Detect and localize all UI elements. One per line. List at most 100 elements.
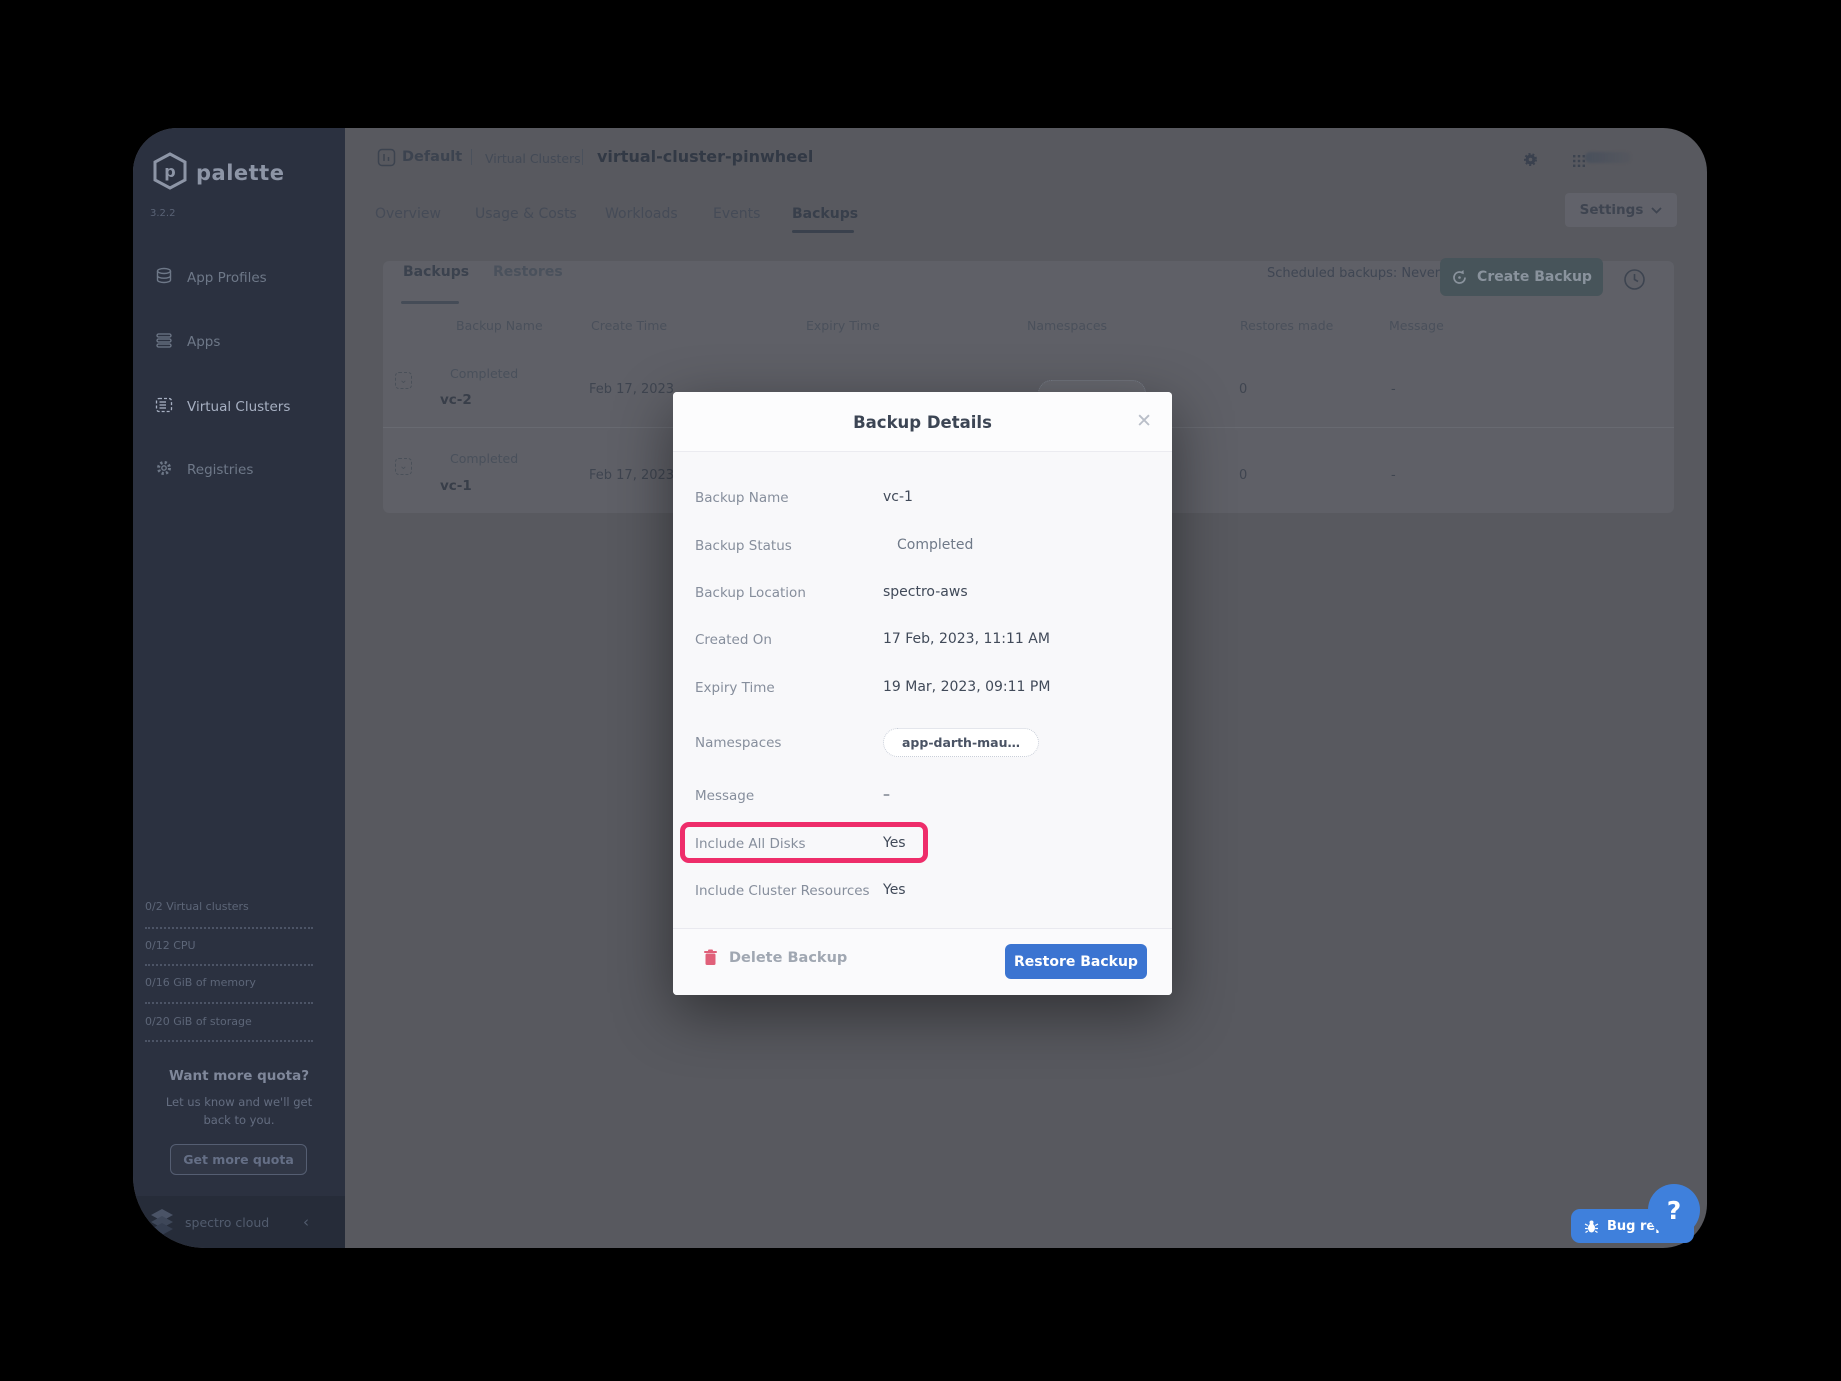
project-icon xyxy=(377,148,396,171)
namespace-chip[interactable]: app-darth-mau… xyxy=(883,728,1039,757)
tab-events[interactable]: Events xyxy=(713,206,760,222)
sidebar-item-label: Registries xyxy=(187,462,253,478)
help-button[interactable]: ? xyxy=(1648,1184,1700,1236)
breadcrumb-section[interactable]: Virtual Clusters xyxy=(485,151,581,166)
quota-bar xyxy=(145,1002,313,1004)
scheduled-backups-text: Scheduled backups: Never xyxy=(1267,266,1440,281)
create-time-cell: Feb 17, 2023 xyxy=(589,468,674,483)
col-create-time: Create Time xyxy=(591,318,667,333)
active-subtab-underline xyxy=(401,301,459,304)
sidebar-collapse-icon[interactable]: ‹ xyxy=(303,1213,309,1231)
message-cell: - xyxy=(1391,382,1396,397)
breadcrumb-separator xyxy=(471,149,472,165)
field-value: Yes xyxy=(883,835,906,851)
quota-cta-body-line1: Let us know and we'll get xyxy=(133,1094,345,1111)
get-more-quota-button[interactable]: Get more quota xyxy=(170,1144,307,1175)
clock-icon[interactable] xyxy=(1623,268,1646,295)
tab-backups[interactable]: Backups xyxy=(792,206,858,222)
row-expand-icon[interactable]: ⌄ xyxy=(395,458,412,475)
field-value: Yes xyxy=(883,882,906,898)
svg-text:p: p xyxy=(164,162,175,181)
breadcrumb-separator xyxy=(582,149,583,165)
backup-restore-icon xyxy=(1451,269,1468,286)
restores-made-cell: 0 xyxy=(1239,468,1247,483)
backup-details-modal: Backup Details ✕ Backup Name vc-1 Backup… xyxy=(673,392,1172,995)
trash-icon xyxy=(703,949,718,966)
modal-title: Backup Details xyxy=(673,413,1172,432)
field-label: Backup Location xyxy=(695,585,806,601)
tab-usage-costs[interactable]: Usage & Costs xyxy=(475,206,577,222)
user-menu[interactable] xyxy=(1585,152,1631,163)
spectro-cloud-label: spectro cloud xyxy=(185,1215,269,1230)
brand-name: palette xyxy=(196,161,284,185)
waffle-grid-icon[interactable] xyxy=(1573,152,1585,171)
modal-header: Backup Details ✕ xyxy=(673,392,1172,452)
registries-icon xyxy=(155,459,173,481)
close-icon[interactable]: ✕ xyxy=(1136,410,1152,432)
subtab-backups[interactable]: Backups xyxy=(403,264,469,280)
backup-name-cell: vc-1 xyxy=(440,478,472,494)
create-backup-button[interactable]: Create Backup xyxy=(1440,258,1603,296)
tab-workloads[interactable]: Workloads xyxy=(605,206,678,222)
quota-virtual-clusters: 0/2 Virtual clusters xyxy=(145,900,313,913)
bug-icon xyxy=(1584,1219,1599,1234)
field-value: – xyxy=(883,787,890,803)
field-label: Created On xyxy=(695,632,772,648)
field-value: 19 Mar, 2023, 09:11 PM xyxy=(883,679,1050,695)
quota-bar xyxy=(145,964,313,966)
chevron-down-icon xyxy=(1651,207,1662,214)
modal-footer: Delete Backup Restore Backup xyxy=(673,928,1172,995)
sidebar-item-virtual-clusters[interactable]: Virtual Clusters xyxy=(147,389,333,425)
field-label: Message xyxy=(695,788,754,804)
screen: p palette 3.2.2 App Profiles Apps xyxy=(0,0,1841,1381)
sidebar-item-apps[interactable]: Apps xyxy=(147,324,333,360)
status-badge: Completed xyxy=(450,366,518,381)
field-label: Backup Status xyxy=(695,538,792,554)
breadcrumb-project[interactable]: Default xyxy=(402,149,462,165)
col-expiry-time: Expiry Time xyxy=(806,318,880,333)
active-tab-underline xyxy=(792,230,854,233)
app-version: 3.2.2 xyxy=(150,208,175,219)
apps-icon xyxy=(155,331,173,353)
delete-backup-label: Delete Backup xyxy=(729,950,847,966)
restore-backup-button[interactable]: Restore Backup xyxy=(1005,944,1147,979)
create-time-cell: Feb 17, 2023 xyxy=(589,382,674,397)
brand: p palette xyxy=(153,152,284,194)
message-cell: - xyxy=(1391,468,1396,483)
field-label: Namespaces xyxy=(695,735,781,751)
quota-storage: 0/20 GiB of storage xyxy=(145,1015,313,1028)
page-title: virtual-cluster-pinwheel xyxy=(597,147,813,166)
app-profiles-icon xyxy=(155,267,173,289)
status-badge: Completed xyxy=(450,451,518,466)
sidebar-footer: spectro cloud ‹ xyxy=(133,1196,345,1248)
palette-logo-icon: p xyxy=(153,152,187,194)
gear-icon[interactable] xyxy=(1523,152,1538,171)
col-backup-name: Backup Name xyxy=(456,318,543,333)
quota-cta-title: Want more quota? xyxy=(133,1068,345,1084)
col-namespaces: Namespaces xyxy=(1027,318,1107,333)
settings-button[interactable]: Settings xyxy=(1565,193,1677,227)
subtab-restores[interactable]: Restores xyxy=(493,264,563,280)
col-message: Message xyxy=(1389,318,1444,333)
row-expand-icon[interactable]: ⌄ xyxy=(395,372,412,389)
spectro-cloud-logo-icon xyxy=(147,1205,177,1239)
sidebar-item-label: Virtual Clusters xyxy=(187,399,290,415)
field-label: Backup Name xyxy=(695,490,789,506)
backup-name-cell: vc-2 xyxy=(440,392,472,408)
field-label: Expiry Time xyxy=(695,680,775,696)
quota-cpu: 0/12 CPU xyxy=(145,939,313,952)
field-value: 17 Feb, 2023, 11:11 AM xyxy=(883,631,1050,647)
field-value: vc-1 xyxy=(883,489,913,505)
sidebar-item-label: App Profiles xyxy=(187,270,267,286)
delete-backup-button[interactable]: Delete Backup xyxy=(703,949,847,966)
quota-cta-body-line2: back to you. xyxy=(133,1112,345,1129)
field-value: spectro-aws xyxy=(883,584,968,600)
sidebar-item-app-profiles[interactable]: App Profiles xyxy=(147,260,333,296)
restores-made-cell: 0 xyxy=(1239,382,1247,397)
quota-bar xyxy=(145,927,313,929)
tab-overview[interactable]: Overview xyxy=(375,206,441,222)
create-backup-label: Create Backup xyxy=(1477,269,1592,285)
quota-bar xyxy=(145,1040,313,1042)
sidebar-item-registries[interactable]: Registries xyxy=(147,452,333,488)
sidebar: p palette 3.2.2 App Profiles Apps xyxy=(133,128,345,1248)
